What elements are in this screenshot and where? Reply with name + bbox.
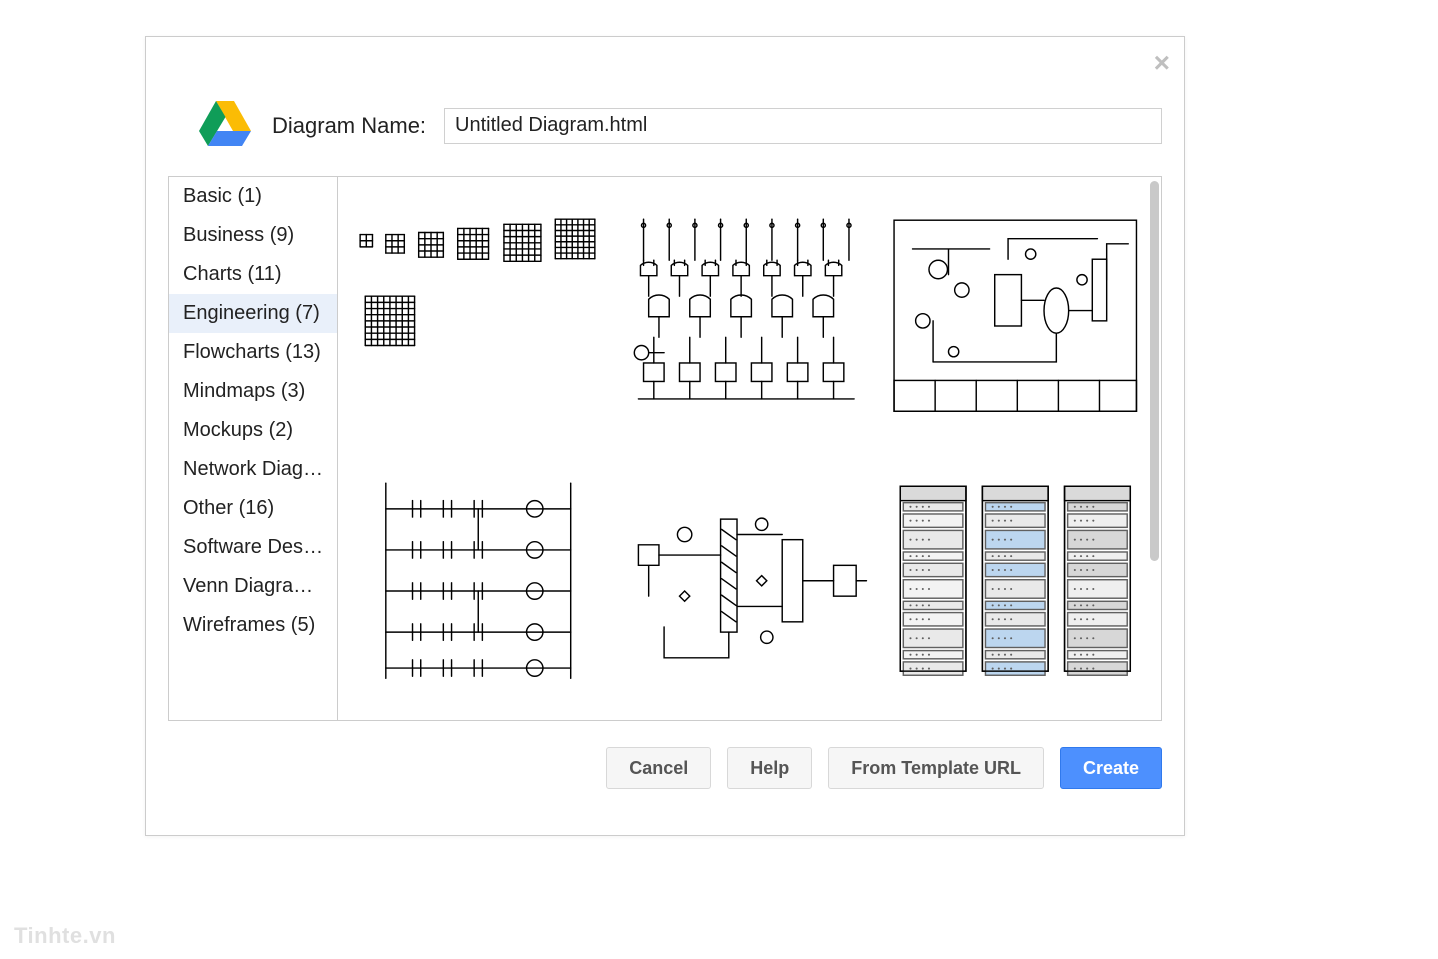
sidebar-item[interactable]: Mindmaps (3) <box>169 372 337 411</box>
new-diagram-dialog: × Diagram Name: Basic (1)Business (9)Cha… <box>145 36 1185 836</box>
gallery-scrollbar[interactable] <box>1149 177 1161 720</box>
sidebar-item[interactable]: Business (9) <box>169 216 337 255</box>
logic-circuit-template[interactable] <box>622 197 871 437</box>
close-icon[interactable]: × <box>1154 49 1170 77</box>
sidebar-item[interactable]: Venn Diagrams (2) <box>169 567 337 606</box>
create-button[interactable]: Create <box>1060 747 1162 789</box>
sidebar-item[interactable]: Network Diagram… <box>169 450 337 489</box>
sidebar-item[interactable]: Wireframes (5) <box>169 606 337 645</box>
sidebar-item[interactable]: Software Design (… <box>169 528 337 567</box>
pid-template[interactable] <box>622 461 871 701</box>
dialog-body: Basic (1)Business (9)Charts (11)Engineer… <box>168 176 1162 721</box>
sidebar-item[interactable]: Other (16) <box>169 489 337 528</box>
watermark-text: Tinhte.vn <box>14 923 116 949</box>
sidebar-item[interactable]: Mockups (2) <box>169 411 337 450</box>
help-button[interactable]: Help <box>727 747 812 789</box>
category-sidebar: Basic (1)Business (9)Charts (11)Engineer… <box>168 176 337 721</box>
gallery-scrollbar-thumb[interactable] <box>1150 181 1159 561</box>
sidebar-item[interactable]: Engineering (7) <box>169 294 337 333</box>
sidebar-item[interactable]: Flowcharts (13) <box>169 333 337 372</box>
sidebar-item[interactable]: Charts (11) <box>169 255 337 294</box>
dialog-footer: Cancel Help From Template URL Create <box>168 747 1162 789</box>
process-flow-template[interactable] <box>891 197 1140 437</box>
template-gallery <box>338 177 1150 720</box>
grid-array-template[interactable] <box>354 197 603 437</box>
diagram-name-label: Diagram Name: <box>272 113 426 139</box>
ladder-logic-template[interactable] <box>354 461 603 701</box>
from-template-url-button[interactable]: From Template URL <box>828 747 1044 789</box>
google-drive-icon <box>198 99 252 152</box>
server-racks-template[interactable] <box>891 461 1140 701</box>
sidebar-item[interactable]: Basic (1) <box>169 177 337 216</box>
template-gallery-wrap <box>337 176 1162 721</box>
dialog-header: Diagram Name: <box>168 99 1162 152</box>
diagram-name-input[interactable] <box>444 108 1162 144</box>
cancel-button[interactable]: Cancel <box>606 747 711 789</box>
